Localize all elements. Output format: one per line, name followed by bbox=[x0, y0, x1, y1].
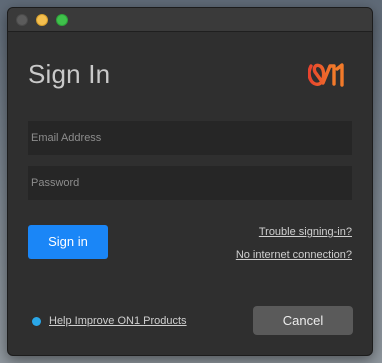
no-internet-connection-link[interactable]: No internet connection? bbox=[236, 249, 352, 261]
maximize-window-button[interactable] bbox=[56, 14, 68, 26]
info-dot-icon bbox=[32, 316, 41, 326]
password-field[interactable] bbox=[28, 166, 352, 200]
on1-logo-icon bbox=[308, 63, 344, 87]
close-window-button[interactable] bbox=[16, 14, 28, 26]
help-improve-label: Help Improve ON1 Products bbox=[49, 315, 187, 327]
sign-in-button[interactable]: Sign in bbox=[28, 225, 108, 259]
sign-in-window: Sign In Sign in Trouble signing-in? No i… bbox=[7, 7, 373, 356]
page-title: Sign In bbox=[28, 59, 111, 89]
minimize-window-button[interactable] bbox=[36, 14, 48, 26]
cancel-button[interactable]: Cancel bbox=[253, 306, 353, 335]
help-improve-link[interactable]: Help Improve ON1 Products bbox=[32, 315, 187, 327]
trouble-signing-in-link[interactable]: Trouble signing-in? bbox=[259, 226, 352, 238]
email-field[interactable] bbox=[28, 121, 352, 155]
title-bar bbox=[8, 8, 372, 32]
